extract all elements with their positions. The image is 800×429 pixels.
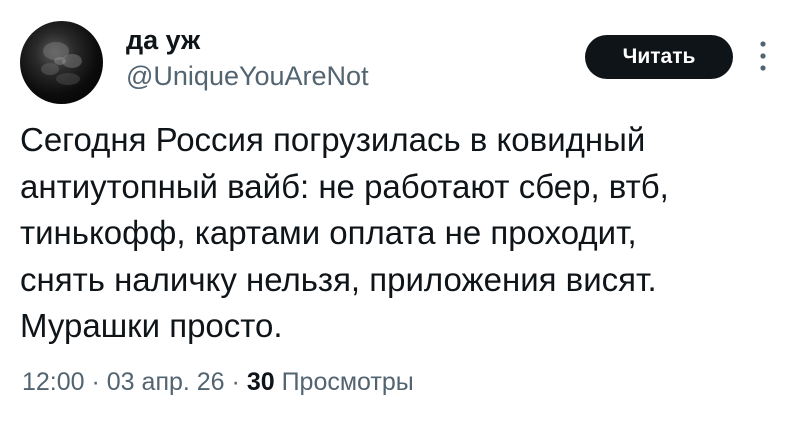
author-name[interactable]: да уж: [126, 24, 200, 56]
tweet-text: Сегодня Россия погрузилась в ковидный ан…: [20, 117, 780, 350]
tweet-text-line: снять наличку нельзя, приложения висят.: [20, 260, 657, 298]
meta-separator: ·: [224, 368, 247, 396]
tweet-meta: 12:00 · 03 апр. 26 · 30 Просмотры: [22, 366, 414, 398]
tweet-text-line: антиутопный вайб: не работают сбер, втб,: [20, 167, 669, 205]
avatar-image-icon: [41, 42, 82, 85]
meta-separator: ·: [84, 368, 107, 396]
tweet: да уж @UniqueYouAreNot Читать Сегодня Ро…: [0, 0, 800, 429]
tweet-text-line: Сегодня Россия погрузилась в ковидный: [20, 121, 646, 158]
tweet-date[interactable]: 03 апр. 26: [107, 368, 225, 396]
author-handle[interactable]: @UniqueYouAreNot: [126, 60, 369, 92]
views-label[interactable]: Просмотры: [282, 368, 414, 396]
views-count[interactable]: 30: [247, 368, 275, 396]
follow-button[interactable]: Читать: [585, 35, 733, 79]
tweet-text-line: тинькофф, картами оплата не проходит,: [20, 214, 637, 251]
tweet-text-line: Мурашки просто.: [20, 307, 283, 344]
more-vertical-icon[interactable]: [755, 38, 771, 74]
tweet-time[interactable]: 12:00: [22, 368, 85, 396]
avatar[interactable]: [20, 21, 103, 104]
